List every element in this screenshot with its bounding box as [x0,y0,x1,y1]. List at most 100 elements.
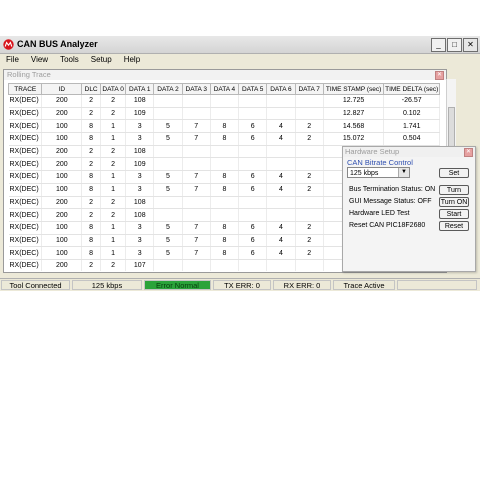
table-cell: 108 [125,196,155,210]
table-cell: 7 [182,234,211,248]
led-test-start-button[interactable]: Start [439,209,469,219]
table-row[interactable]: RX(DEC) 100 8 1 3 5 7 8 6 4 2 15.072 0.504 [8,132,440,146]
column-header[interactable]: ID [41,83,83,95]
table-cell [266,259,296,271]
table-cell [295,208,324,222]
menu-file[interactable]: File [0,54,25,66]
column-header[interactable]: DATA 6 [266,83,296,95]
table-row[interactable]: RX(DEC) 200 2 2 109 12.827 0.102 [8,107,440,121]
table-cell: 1 [100,119,127,134]
table-cell: 100 [41,170,83,184]
status-connection: Tool Connected [1,280,70,290]
column-header[interactable]: DATA 3 [181,83,211,95]
table-cell [266,94,296,108]
table-cell: 107 [125,259,155,271]
menu-tools[interactable]: Tools [54,54,85,66]
table-cell: 3 [125,119,155,134]
table-cell: 3 [125,183,155,197]
table-cell: 4 [266,119,296,134]
title-bar[interactable]: CAN BUS Analyzer _ □ ✕ [0,36,480,54]
table-cell: 5 [153,234,183,248]
table-cell: RX(DEC) [8,145,43,159]
table-cell: 109 [125,157,155,172]
table-cell: 3 [125,221,155,235]
table-cell: 14.568 [323,119,385,134]
column-header[interactable]: DATA 5 [238,83,268,95]
table-cell: 2 [81,259,102,271]
hardware-setup-dialog: Hardware Setup ✕ CAN Bitrate Control 125… [342,146,476,272]
table-cell: 2 [81,145,102,159]
hardware-close-icon[interactable]: ✕ [464,148,473,157]
table-cell: 2 [100,94,127,108]
menu-help[interactable]: Help [118,54,146,66]
table-cell [295,157,324,172]
termination-status-label: Bus Termination Status: ON [349,186,436,193]
table-cell: 109 [125,107,155,121]
set-bitrate-button[interactable]: Set [439,168,469,178]
menu-view[interactable]: View [25,54,54,66]
column-header[interactable]: DATA 4 [209,83,240,95]
reset-can-button[interactable]: Reset [439,221,469,231]
table-cell: 1 [100,132,127,146]
table-cell: 8 [210,119,240,134]
table-cell [295,196,324,210]
microchip-logo-icon [3,39,14,50]
table-cell [295,94,324,108]
table-cell: 8 [81,183,102,197]
table-cell: 200 [41,94,83,108]
table-cell: RX(DEC) [8,221,43,235]
trace-close-icon[interactable]: ✕ [435,71,444,80]
table-cell: 12.725 [323,94,385,108]
column-header[interactable]: DATA 1 [125,83,155,95]
column-header[interactable]: DATA 7 [294,83,324,95]
bitrate-select[interactable]: 125 kbps ▼ [347,167,410,178]
column-header[interactable]: TIME DELTA (sec) [383,83,440,95]
table-cell: RX(DEC) [8,234,43,248]
close-button[interactable]: ✕ [463,38,478,52]
trace-header-row: TRACE ID DLC DATA 0 DATA 1 DATA 2 DATA 3 DATA 4… [8,83,440,95]
table-cell: 100 [41,119,83,134]
menu-setup[interactable]: Setup [85,54,118,66]
table-row[interactable]: RX(DEC) 200 2 2 108 12.725 -26.57 [8,94,440,108]
table-cell: -26.57 [383,94,440,108]
table-cell: 7 [182,119,211,134]
table-cell: 4 [266,221,296,235]
table-cell: 2 [81,208,102,222]
column-header[interactable]: DATA 0 [100,83,127,95]
table-cell [295,145,324,159]
table-cell: RX(DEC) [8,132,43,146]
table-cell: 2 [100,145,127,159]
column-header[interactable]: TIME STAMP (sec) [322,83,385,95]
table-row[interactable]: RX(DEC) 100 8 1 3 5 7 8 6 4 2 14.568 1.741 [8,119,440,134]
termination-toggle-button[interactable]: Turn [439,185,469,195]
table-cell: 1 [100,234,127,248]
table-cell: 3 [125,170,155,184]
table-cell: 2 [100,107,127,121]
table-cell: 108 [125,145,155,159]
table-cell: 5 [153,221,183,235]
table-cell: 6 [238,183,268,197]
maximize-button[interactable]: □ [447,38,462,52]
table-cell: 15.072 [323,132,385,146]
gui-message-toggle-button[interactable]: Turn ON [439,197,469,207]
table-cell: 4 [266,234,296,248]
table-cell: 1 [100,246,127,260]
table-cell: 12.827 [323,107,385,121]
column-header[interactable]: DLC [81,83,102,95]
column-header[interactable]: TRACE [8,83,43,95]
table-cell: 100 [41,234,83,248]
table-cell [238,208,268,222]
table-cell [210,196,240,210]
status-bitrate: 125 kbps [72,280,142,290]
bitrate-group-label: CAN Bitrate Control [347,158,413,167]
table-cell: RX(DEC) [8,246,43,260]
column-header[interactable]: DATA 2 [153,83,183,95]
table-cell: 4 [266,132,296,146]
table-cell: 8 [81,234,102,248]
table-cell [238,94,268,108]
table-cell: 8 [210,183,240,197]
table-cell [238,259,268,271]
minimize-button[interactable]: _ [431,38,446,52]
table-cell: 2 [100,196,127,210]
chevron-down-icon[interactable]: ▼ [398,168,409,177]
